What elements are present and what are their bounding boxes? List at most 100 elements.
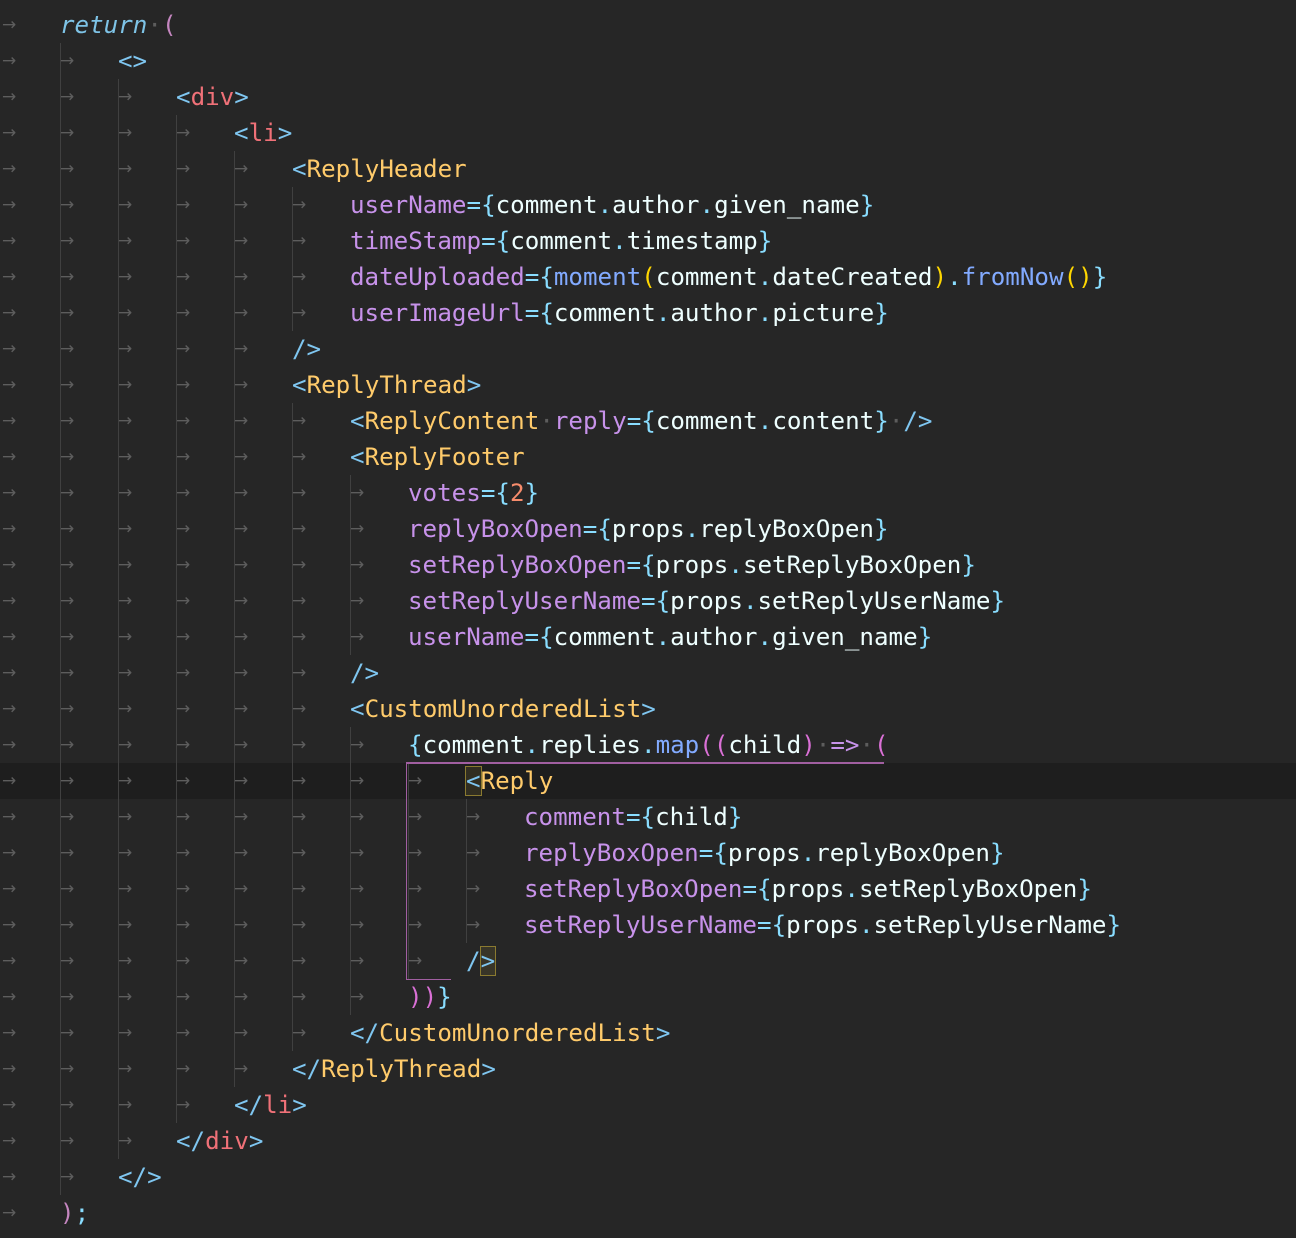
tab-whitespace-arrow-icon: →	[118, 1095, 133, 1115]
code-token: .	[728, 551, 743, 579]
code-line[interactable]: → → → → → → → → <Reply	[0, 763, 1296, 799]
code-line[interactable]: → → → → → <ReplyThread>	[0, 367, 1296, 403]
code-token: {	[597, 515, 612, 543]
code-line[interactable]: → → → → → → → {comment.replies.map((child)·=>·(	[0, 727, 1296, 763]
line-content: replyBoxOpen={props.replyBoxOpen}	[408, 511, 889, 547]
tab-whitespace-arrow-icon: →	[176, 1059, 191, 1079]
code-token: .	[800, 839, 816, 867]
code-token: <	[292, 371, 307, 399]
code-line[interactable]: → → → → → → dateUploaded={moment(comment.dateC…	[0, 259, 1296, 295]
tab-whitespace-arrow-icon: →	[2, 123, 17, 143]
tab-whitespace-arrow-icon: →	[2, 951, 17, 971]
code-token: comment	[422, 731, 525, 759]
indent-guide	[234, 223, 235, 259]
tab-whitespace-arrow-icon: →	[118, 123, 133, 143]
code-token: )	[801, 731, 816, 759]
code-line[interactable]: → → → → → → <ReplyContent·reply={comment.conte…	[0, 403, 1296, 439]
tab-whitespace-arrow-icon: →	[60, 87, 75, 107]
code-line[interactable]: → → → <div>	[0, 79, 1296, 115]
code-line[interactable]: → → </>	[0, 1159, 1296, 1195]
code-token: /	[466, 947, 481, 975]
tab-whitespace-arrow-icon: →	[350, 483, 365, 503]
tab-whitespace-arrow-icon: →	[292, 411, 307, 431]
code-token: CustomUnorderedList	[379, 1019, 656, 1047]
indent-guide	[118, 763, 119, 799]
code-line[interactable]: →);	[0, 1195, 1296, 1231]
code-line[interactable]: → → → → → → <ReplyFooter	[0, 439, 1296, 475]
code-line[interactable]: → → → → → </ReplyThread>	[0, 1051, 1296, 1087]
indent-guide	[118, 1051, 119, 1087]
code-token: }	[524, 479, 540, 507]
code-token: }	[437, 983, 452, 1011]
code-token: {	[408, 731, 423, 759]
code-line[interactable]: → → → → → → userName={comment.author.given_nam…	[0, 187, 1296, 223]
code-line[interactable]: → → → → → → → setReplyUserName={props.setReplyU…	[0, 583, 1296, 619]
line-content: </>	[118, 1159, 162, 1195]
tab-whitespace-arrow-icon: →	[2, 195, 17, 215]
tab-whitespace-arrow-icon: →	[118, 663, 133, 683]
code-token: picture	[772, 299, 875, 327]
tab-whitespace-arrow-icon: →	[234, 375, 249, 395]
code-token: userName	[408, 623, 525, 651]
code-line[interactable]: → return·(	[0, 7, 1296, 43]
code-token: }	[874, 299, 889, 327]
code-line[interactable]: → → → → → → timeStamp={comment.timestamp}	[0, 223, 1296, 259]
code-line[interactable]: → → → → → → userImageUrl={comment.author.pictu…	[0, 295, 1296, 331]
code-token: }	[1077, 875, 1092, 903]
code-line[interactable]: → → → → → → → → → replyBoxOpen={props.replyBoxOpe…	[0, 835, 1296, 871]
tab-whitespace-arrow-icon: →	[60, 1131, 75, 1151]
tab-whitespace-arrow-icon: →	[292, 627, 307, 647]
code-line[interactable]: → → → </div>	[0, 1123, 1296, 1159]
indent-guide	[176, 439, 177, 475]
tab-whitespace-arrow-icon: →	[118, 231, 133, 251]
indent-guide	[234, 511, 235, 547]
tab-whitespace-arrow-icon: →	[176, 735, 191, 755]
code-line[interactable]: → → → → </li>	[0, 1087, 1296, 1123]
indent-guide	[176, 799, 177, 835]
tab-whitespace-arrow-icon: →	[2, 375, 17, 395]
code-token: .	[858, 911, 874, 939]
code-line[interactable]: → → → → → → → userName={comment.author.given_na…	[0, 619, 1296, 655]
code-line[interactable]: → → → → → → → → → setReplyBoxOpen={props.setReply…	[0, 871, 1296, 907]
code-line[interactable]: → → → → → → → → → setReplyUserName={props.setRepl…	[0, 907, 1296, 943]
code-line[interactable]: → → → → → → </CustomUnorderedList>	[0, 1015, 1296, 1051]
indent-guide	[60, 1015, 61, 1051]
code-line[interactable]: → → → → → <ReplyHeader	[0, 151, 1296, 187]
code-token: reply	[553, 407, 627, 435]
code-line[interactable]: → → → → → → → setReplyBoxOpen={props.setReplyBo…	[0, 547, 1296, 583]
code-line[interactable]: → → → → → → → → → comment={child}	[0, 799, 1296, 835]
code-token: <>	[118, 47, 148, 75]
indent-guide	[60, 223, 61, 259]
tab-whitespace-arrow-icon: →	[176, 483, 191, 503]
tab-whitespace-arrow-icon: →	[2, 411, 17, 431]
code-line[interactable]: → → → → <li>	[0, 115, 1296, 151]
code-line[interactable]: → → → → → → → replyBoxOpen={props.replyBoxOpen}	[0, 511, 1296, 547]
tab-whitespace-arrow-icon: →	[176, 195, 191, 215]
tab-whitespace-arrow-icon: →	[234, 555, 249, 575]
line-content: timeStamp={comment.timestamp}	[350, 223, 772, 259]
code-token: }	[874, 407, 889, 435]
tab-whitespace-arrow-icon: →	[176, 375, 191, 395]
code-token: comment	[655, 407, 758, 435]
code-line[interactable]: → → → → → → → votes={2}	[0, 475, 1296, 511]
tab-whitespace-arrow-icon: →	[118, 483, 133, 503]
code-token: map	[655, 731, 700, 759]
code-line[interactable]: → → → → → → />	[0, 655, 1296, 691]
tab-whitespace-arrow-icon: →	[60, 195, 75, 215]
code-token: comment	[655, 263, 758, 291]
code-line[interactable]: → → <>	[0, 43, 1296, 79]
tab-whitespace-arrow-icon: →	[60, 411, 75, 431]
code-line[interactable]: → → → → → → →))}	[0, 979, 1296, 1015]
code-line[interactable]: → → → → → → <CustomUnorderedList>	[0, 691, 1296, 727]
tab-whitespace-arrow-icon: →	[60, 951, 75, 971]
code-editor[interactable]: → return·(→ → <> → → → <div> → → → → <li> → → → → → <Reply…	[0, 0, 1296, 1238]
tab-whitespace-arrow-icon: →	[292, 1023, 307, 1043]
tab-whitespace-arrow-icon: →	[350, 915, 365, 935]
indent-guide	[234, 1051, 235, 1087]
code-line[interactable]: → → → → → />	[0, 331, 1296, 367]
indent-guide	[292, 655, 293, 691]
code-token: timestamp	[626, 227, 758, 255]
code-token: .	[947, 263, 962, 291]
code-line[interactable]: → → → → → → → →/>	[0, 943, 1296, 979]
code-token: comment	[553, 623, 656, 651]
